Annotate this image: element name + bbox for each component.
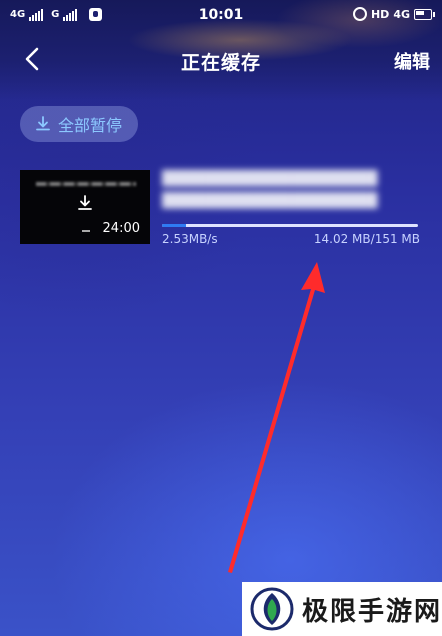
- status-right: HD 4G: [352, 7, 435, 21]
- battery-icon: [414, 8, 435, 20]
- download-icon: [36, 116, 50, 131]
- thumbnail-blurred-text: [36, 182, 136, 186]
- watermark-logo-icon: [250, 587, 294, 631]
- app-screen: 4G G 10:01 HD 4G 正在缓存 编辑 全部暂停 24:00 ████…: [0, 0, 442, 636]
- download-speed: 2.53MB/s: [162, 232, 218, 246]
- alarm-icon: [352, 7, 367, 21]
- download-progress-fill: [162, 224, 186, 227]
- pause-all-label: 全部暂停: [58, 116, 123, 135]
- download-item[interactable]: 24:00 ████████████████████ █████████████…: [20, 168, 424, 248]
- video-title-line-1: ████████████████████: [162, 171, 378, 187]
- thumbnail-mark: [82, 230, 90, 232]
- video-title-line-2: ████████████████████: [162, 193, 378, 209]
- video-title: ████████████████████ ███████████████████…: [162, 168, 422, 212]
- network-label-right: 4G: [393, 7, 410, 21]
- video-duration: 24:00: [102, 221, 140, 236]
- watermark-text: 极限手游网: [302, 596, 442, 627]
- hd-label: HD: [370, 7, 390, 21]
- download-size: 14.02 MB/151 MB: [313, 232, 420, 246]
- pause-all-button[interactable]: 全部暂停: [20, 106, 139, 142]
- download-progress-bar: [162, 224, 418, 227]
- edit-button[interactable]: 编辑: [394, 48, 430, 74]
- download-icon: [78, 195, 92, 210]
- page-title: 正在缓存: [180, 52, 261, 74]
- video-thumbnail[interactable]: 24:00: [20, 170, 150, 244]
- watermark: 极限手游网: [242, 582, 442, 636]
- title-bar: 正在缓存 编辑: [0, 38, 442, 82]
- status-bar: 4G G 10:01 HD 4G: [0, 0, 442, 32]
